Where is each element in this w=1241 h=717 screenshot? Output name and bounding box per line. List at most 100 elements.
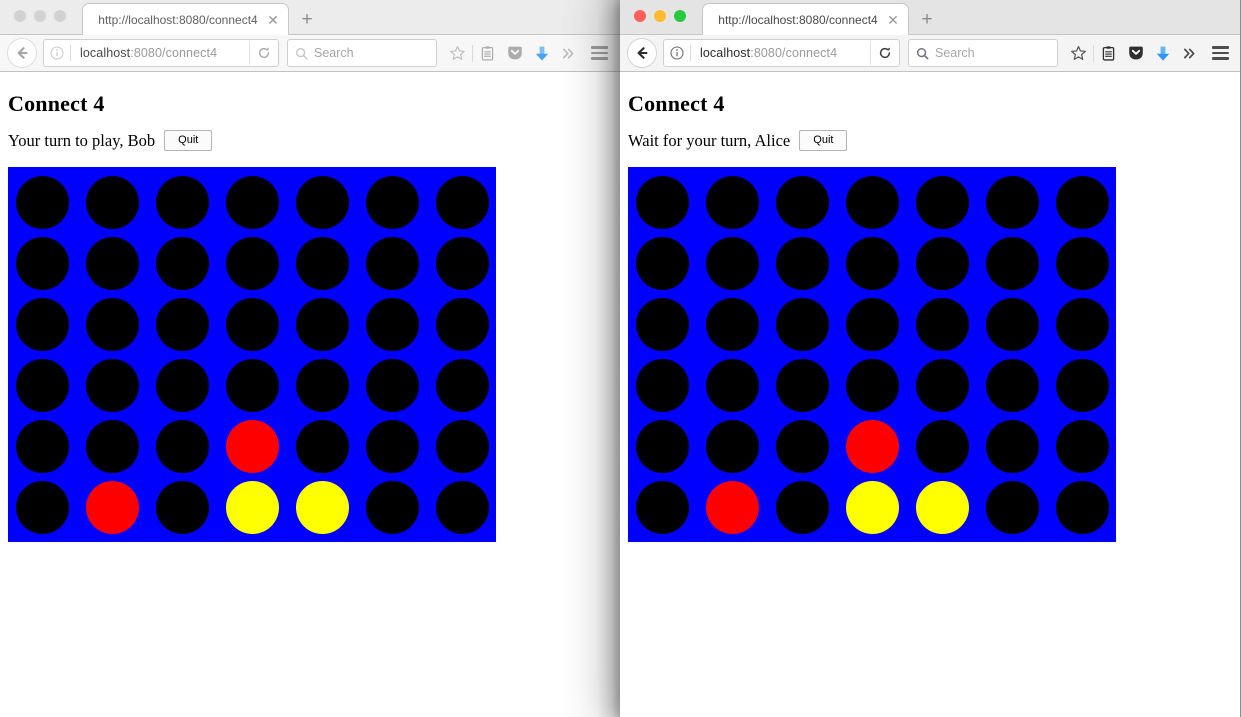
quit-button[interactable]: Quit [164, 130, 213, 152]
window-close-button[interactable] [14, 10, 26, 22]
board-cell-r2-c4[interactable] [287, 294, 357, 355]
search-bar[interactable]: Search [908, 39, 1058, 67]
pocket-icon[interactable] [1122, 39, 1149, 67]
window-minimize-button[interactable] [34, 10, 46, 22]
board-cell-r4-c3[interactable] [837, 416, 907, 477]
board-cell-r2-c0[interactable] [627, 294, 697, 355]
board-cell-r1-c1[interactable] [697, 233, 767, 294]
connect4-board[interactable] [627, 167, 1117, 543]
board-cell-r4-c6[interactable] [1047, 416, 1117, 477]
board-cell-r5-c1[interactable] [77, 477, 147, 538]
board-cell-r0-c4[interactable] [287, 172, 357, 233]
board-cell-r4-c4[interactable] [907, 416, 977, 477]
board-cell-r3-c1[interactable] [77, 355, 147, 416]
board-cell-r0-c1[interactable] [77, 172, 147, 233]
back-button[interactable] [627, 38, 657, 68]
board-cell-r3-c4[interactable] [287, 355, 357, 416]
board-cell-r1-c6[interactable] [1047, 233, 1117, 294]
board-cell-r1-c2[interactable] [767, 233, 837, 294]
board-cell-r2-c6[interactable] [427, 294, 497, 355]
board-cell-r0-c3[interactable] [837, 172, 907, 233]
connect4-board[interactable] [7, 167, 497, 543]
board-cell-r3-c3[interactable] [837, 355, 907, 416]
site-identity-icon[interactable] [664, 46, 690, 60]
board-cell-r1-c2[interactable] [147, 233, 217, 294]
board-cell-r5-c4[interactable] [907, 477, 977, 538]
new-tab-button[interactable]: + [916, 8, 938, 30]
board-cell-r3-c5[interactable] [357, 355, 427, 416]
board-cell-r1-c1[interactable] [77, 233, 147, 294]
board-cell-r3-c6[interactable] [427, 355, 497, 416]
board-cell-r4-c0[interactable] [627, 416, 697, 477]
board-cell-r2-c3[interactable] [217, 294, 287, 355]
board-cell-r4-c5[interactable] [977, 416, 1047, 477]
board-cell-r2-c2[interactable] [147, 294, 217, 355]
site-identity-icon[interactable] [44, 46, 70, 60]
board-cell-r3-c2[interactable] [767, 355, 837, 416]
board-cell-r1-c6[interactable] [427, 233, 497, 294]
url-text[interactable]: localhost:8080/connect4 [71, 46, 249, 60]
bookmark-star-icon[interactable] [444, 39, 471, 67]
hamburger-menu-button[interactable] [582, 39, 616, 67]
board-cell-r2-c1[interactable] [77, 294, 147, 355]
board-cell-r0-c6[interactable] [427, 172, 497, 233]
url-bar[interactable]: localhost:8080/connect4 [43, 39, 279, 67]
board-cell-r1-c4[interactable] [287, 233, 357, 294]
board-cell-r4-c5[interactable] [357, 416, 427, 477]
url-text[interactable]: localhost:8080/connect4 [691, 46, 870, 60]
board-cell-r0-c0[interactable] [627, 172, 697, 233]
board-cell-r0-c2[interactable] [767, 172, 837, 233]
board-cell-r2-c3[interactable] [837, 294, 907, 355]
board-cell-r2-c4[interactable] [907, 294, 977, 355]
board-cell-r2-c6[interactable] [1047, 294, 1117, 355]
board-cell-r0-c1[interactable] [697, 172, 767, 233]
board-cell-r4-c0[interactable] [7, 416, 77, 477]
board-cell-r1-c0[interactable] [627, 233, 697, 294]
board-cell-r0-c5[interactable] [357, 172, 427, 233]
browser-tab[interactable]: http://localhost:8080/connect4 ✕ [82, 3, 289, 35]
board-cell-r5-c6[interactable] [427, 477, 497, 538]
overflow-chevrons-icon[interactable] [1176, 39, 1203, 67]
reading-list-icon[interactable] [1095, 39, 1122, 67]
back-button[interactable] [7, 38, 37, 68]
browser-tab[interactable]: http://localhost:8080/connect4 ✕ [702, 3, 909, 35]
downloads-icon[interactable] [528, 39, 555, 67]
board-cell-r4-c2[interactable] [147, 416, 217, 477]
window-close-button[interactable] [634, 10, 646, 22]
board-cell-r4-c6[interactable] [427, 416, 497, 477]
board-cell-r5-c6[interactable] [1047, 477, 1117, 538]
board-cell-r5-c0[interactable] [627, 477, 697, 538]
board-cell-r0-c5[interactable] [977, 172, 1047, 233]
board-cell-r4-c2[interactable] [767, 416, 837, 477]
bookmark-star-icon[interactable] [1065, 39, 1092, 67]
board-cell-r2-c2[interactable] [767, 294, 837, 355]
board-cell-r3-c0[interactable] [627, 355, 697, 416]
board-cell-r3-c6[interactable] [1047, 355, 1117, 416]
board-cell-r4-c1[interactable] [77, 416, 147, 477]
board-cell-r1-c3[interactable] [837, 233, 907, 294]
board-cell-r4-c3[interactable] [217, 416, 287, 477]
reading-list-icon[interactable] [474, 39, 501, 67]
board-cell-r1-c4[interactable] [907, 233, 977, 294]
board-cell-r2-c1[interactable] [697, 294, 767, 355]
board-cell-r1-c3[interactable] [217, 233, 287, 294]
board-cell-r2-c5[interactable] [977, 294, 1047, 355]
board-cell-r0-c2[interactable] [147, 172, 217, 233]
board-cell-r5-c4[interactable] [287, 477, 357, 538]
window-minimize-button[interactable] [654, 10, 666, 22]
board-cell-r5-c5[interactable] [357, 477, 427, 538]
board-cell-r0-c6[interactable] [1047, 172, 1117, 233]
browser-window-right[interactable]: http://localhost:8080/connect4 ✕ + local… [620, 0, 1241, 717]
board-cell-r2-c0[interactable] [7, 294, 77, 355]
board-cell-r3-c3[interactable] [217, 355, 287, 416]
board-cell-r5-c1[interactable] [697, 477, 767, 538]
board-cell-r1-c0[interactable] [7, 233, 77, 294]
reload-button[interactable] [870, 41, 899, 65]
board-cell-r5-c5[interactable] [977, 477, 1047, 538]
tab-close-icon[interactable]: ✕ [881, 8, 905, 32]
board-cell-r3-c4[interactable] [907, 355, 977, 416]
board-cell-r4-c1[interactable] [697, 416, 767, 477]
browser-window-left[interactable]: http://localhost:8080/connect4 ✕ + local… [0, 0, 620, 717]
board-cell-r0-c0[interactable] [7, 172, 77, 233]
tab-close-icon[interactable]: ✕ [261, 8, 285, 32]
